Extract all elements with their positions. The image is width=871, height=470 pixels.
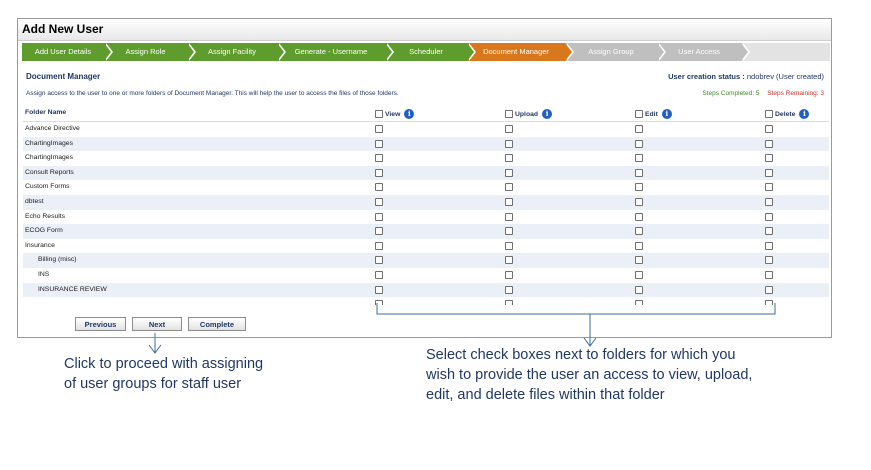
next-caption: Click to proceed with assigning of user …: [64, 356, 264, 392]
checkbox-bracket: [376, 303, 776, 315]
checkbox-caption: Select check boxes next to folders for w…: [426, 347, 753, 403]
